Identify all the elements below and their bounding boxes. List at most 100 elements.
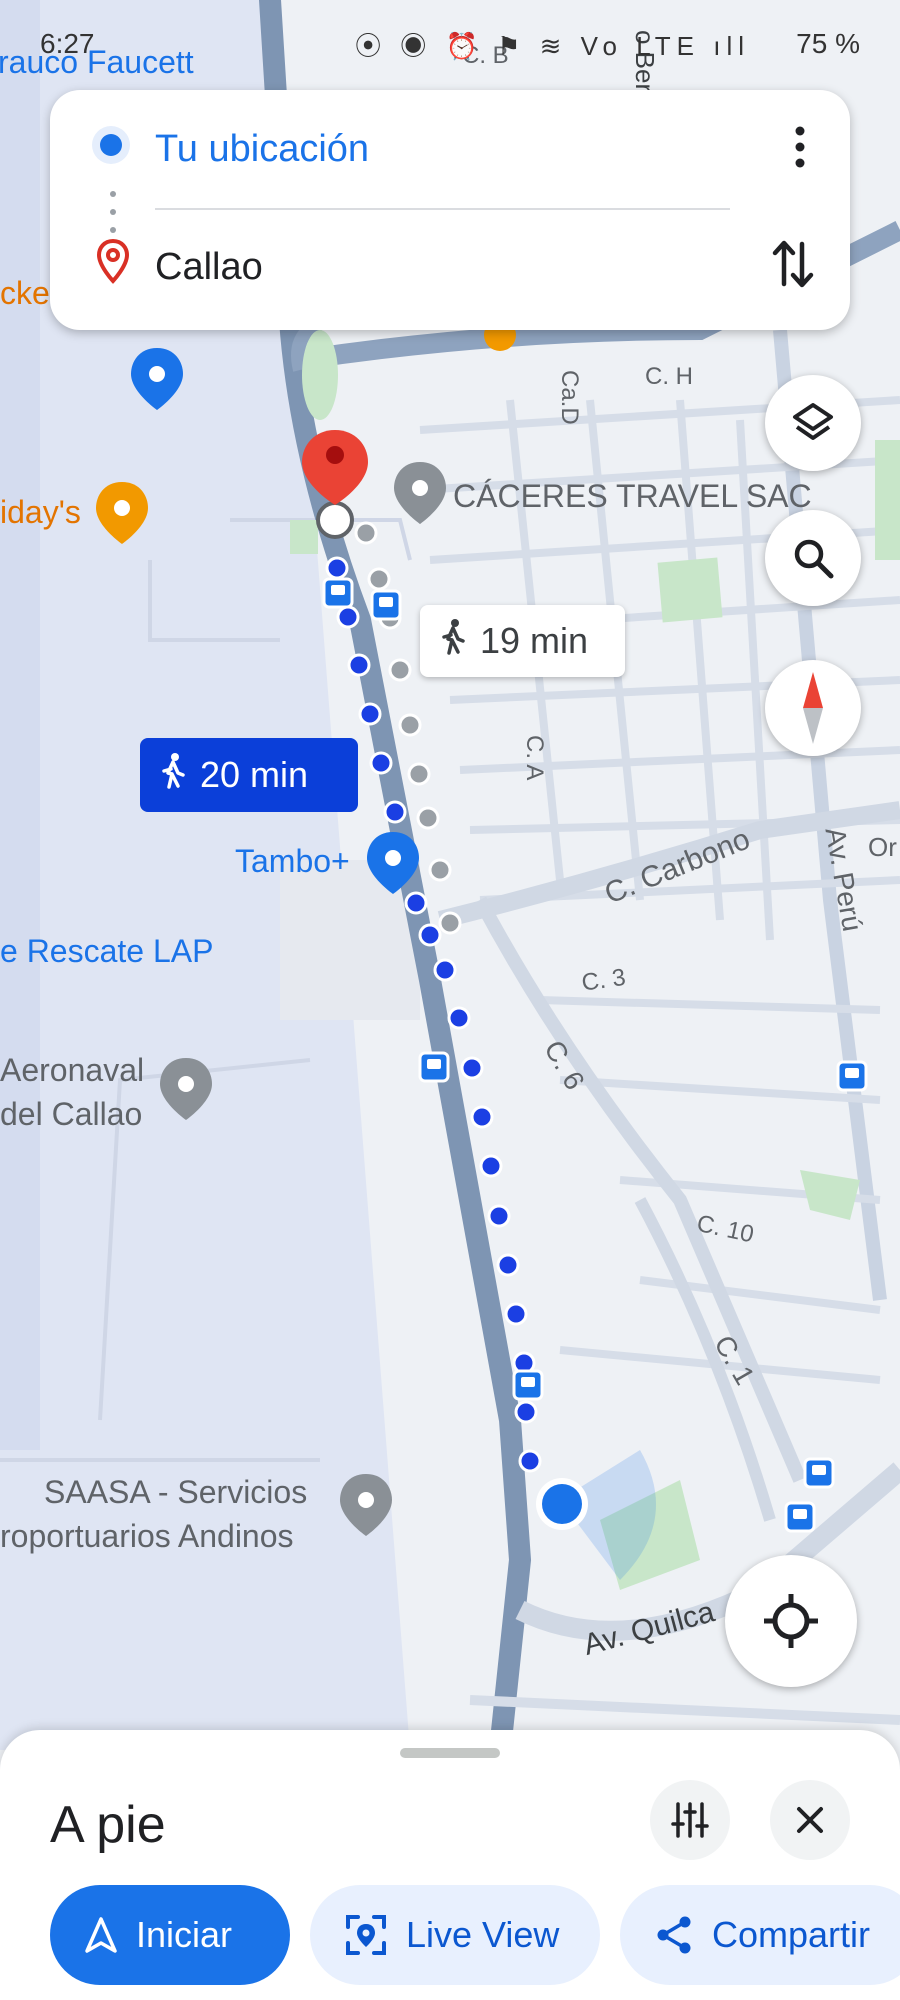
bus-stop-glyph [379,597,393,607]
origin-field[interactable]: Tu ubicación [155,128,369,171]
main-route-dot [325,556,349,580]
destination-row[interactable]: Callao [50,228,850,308]
bottom-sheet: A pie Iniciar Live View Compartir [0,1730,900,2000]
status-time: 6:27 [40,28,95,59]
tune-icon [671,1802,709,1838]
alt-route-dot [407,762,431,786]
search-icon [794,539,834,579]
status-icons: ⦿ ◉ ⏰ ⚑ ≋ Vo LTE ıll [355,31,750,61]
compass-button[interactable] [765,660,861,756]
bus-stop-glyph [521,1377,535,1387]
navigation-arrow-icon [85,1917,117,1953]
map-label-tambo: Tambo+ [235,843,350,879]
search-button[interactable] [765,510,861,606]
main-route-dot [479,1154,503,1178]
main-route-time-text: 20 min [200,754,309,795]
share-label: Compartir [712,1914,871,1955]
start-button[interactable]: Iniciar [50,1885,290,1985]
compass-icon [803,672,823,744]
destination-field[interactable]: Callao [155,246,263,289]
map-label-aeronaval-1: Aeronaval [0,1052,145,1088]
map-label-idays: iday's [0,494,81,530]
main-route-dot [496,1253,520,1277]
main-route-dot [336,605,360,629]
restaurant-pin-center [114,500,130,516]
main-route-dot [447,1006,471,1030]
alt-route-dot [354,521,378,545]
main-route-dot [504,1302,528,1326]
walking-icon [160,752,186,798]
map-label-aeronaval-2: del Callao [0,1096,143,1132]
main-route-dot [369,751,393,775]
drag-handle[interactable] [400,1748,500,1758]
share-button[interactable]: Compartir [620,1885,900,1985]
live-view-button[interactable]: Live View [310,1885,600,1985]
main-route-dot [460,1056,484,1080]
main-route-dot [418,923,442,947]
main-route-dot [358,702,382,726]
main-route-time-label[interactable]: 20 min [140,738,358,812]
map-label-saasa-2: roportuarios Andinos [0,1518,294,1554]
close-icon [797,1807,823,1833]
swap-direction-icon[interactable] [771,238,815,290]
main-route-dot [404,891,428,915]
alt-route-dot [428,858,452,882]
my-location-button[interactable] [725,1555,857,1687]
airport-pin-center [149,366,165,382]
bus-stop-glyph [793,1509,807,1519]
map-label-or: Or [868,832,897,862]
main-route-dot [518,1449,542,1473]
current-location-dot [542,1484,582,1524]
destination-pin-center [326,446,344,464]
destination-pin-icon [96,238,130,284]
map-label-rescate: e Rescate LAP [0,933,214,969]
bus-stop-glyph [812,1465,826,1475]
options-button[interactable] [650,1780,730,1860]
alt-route-dot [416,806,440,830]
alt-route-dot [388,658,412,682]
bus-stop-glyph [427,1059,441,1069]
destination-pin [302,430,368,505]
map-label-icke: cke [0,275,50,311]
map-label-ca-d: Ca.D [556,370,583,425]
bus-stop-glyph [845,1068,859,1078]
caceres-travel-pin-center [412,480,428,496]
aeronaval-pin-center [178,1076,194,1092]
status-bar: 6:27 ⦿ ◉ ⏰ ⚑ ≋ Vo LTE ıll 75 % [0,18,900,68]
main-route-dot [487,1204,511,1228]
route-end-marker [316,501,354,539]
alt-route-dot [398,713,422,737]
map-label-saasa-1: SAASA - Servicios [44,1474,308,1510]
my-location-icon [764,1594,818,1648]
alt-route-dot [438,911,462,935]
main-route-dot [383,800,407,824]
main-route-dot [347,653,371,677]
map-label-c-a: C. A [521,735,548,781]
more-options-icon[interactable] [795,125,805,169]
bus-stop-glyph [331,585,345,595]
travel-mode-title: A pie [50,1796,166,1854]
start-button-label: Iniciar [136,1914,233,1955]
main-route-dot [514,1400,538,1424]
live-view-icon [346,1915,386,1955]
main-route-dot [433,958,457,982]
layers-button[interactable] [765,375,861,471]
layers-icon [793,403,833,440]
alt-route-time-label[interactable]: 19 min [420,605,625,677]
tambo-pin-center [385,850,401,866]
origin-row[interactable]: Tu ubicación [50,110,850,190]
main-route-dot [470,1105,494,1129]
saasa-pin-center [358,1492,374,1508]
walking-icon [440,618,466,664]
live-view-label: Live View [406,1914,560,1955]
close-button[interactable] [770,1780,850,1860]
directions-card: Tu ubicación Callao [50,90,850,330]
battery-level: 75 % [796,28,860,59]
share-icon [657,1916,691,1954]
alt-route-time-text: 19 min [480,620,589,661]
map-label-c-h: C. H [645,363,693,390]
map-label-caceres: CÁCERES TRAVEL SAC [453,478,812,514]
origin-dot-icon [100,134,122,156]
divider [155,208,730,210]
alt-route-dot [367,567,391,591]
